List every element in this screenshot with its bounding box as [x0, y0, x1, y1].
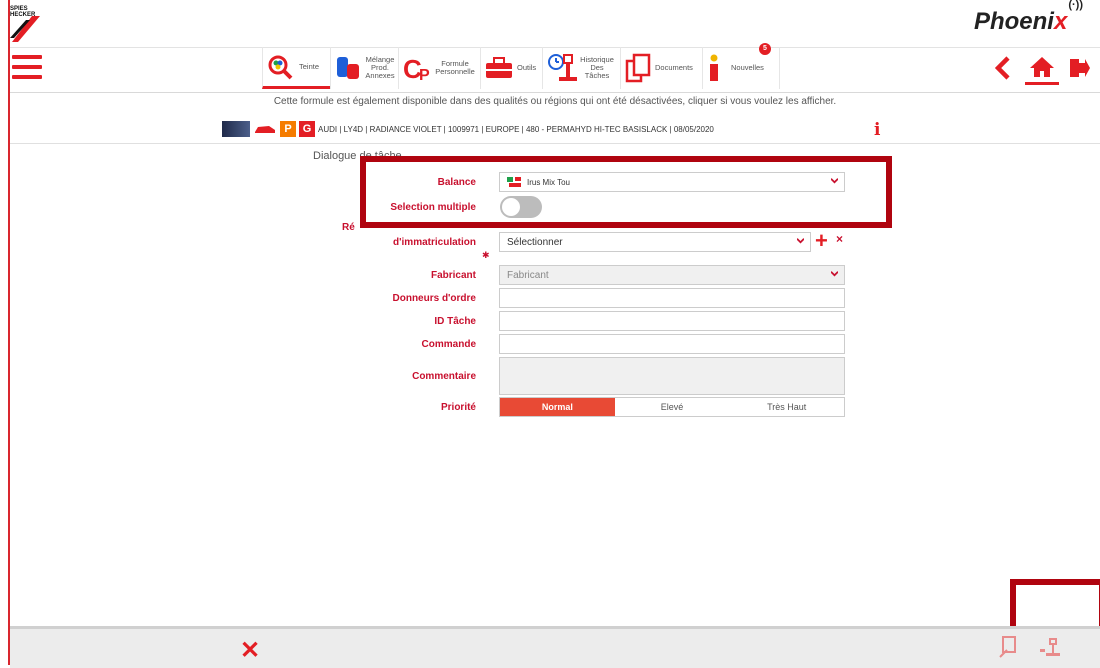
commentaire-label: Commentaire [412, 371, 476, 382]
cp-formula-icon: CP [403, 54, 430, 82]
id-tache-label: ID Tâche [434, 316, 476, 327]
registration-select[interactable]: Sélectionner [499, 232, 811, 252]
registration-label: d'immatriculation [393, 237, 476, 248]
id-tache-input[interactable] [499, 311, 845, 331]
priority-normal[interactable]: Normal [500, 398, 615, 416]
chevron-down-icon [797, 238, 804, 244]
clear-registration-icon[interactable]: × [836, 232, 843, 246]
priority-eleve[interactable]: Elevé [615, 398, 730, 416]
divider [10, 143, 1100, 144]
toolbar-item-documents[interactable]: Documents [620, 47, 707, 89]
commentaire-textarea[interactable] [499, 357, 845, 395]
g-badge-icon: G [299, 121, 315, 137]
toolbar-item-historique[interactable]: Historique Des Tâches [542, 47, 627, 89]
news-count-badge: 5 [759, 43, 771, 55]
chevron-down-icon [831, 271, 838, 277]
toolbar-item-melange[interactable]: Mélange Prod. Annexes [330, 47, 403, 89]
highlight-box [360, 156, 892, 228]
scale-icon[interactable] [1038, 638, 1060, 663]
home-icon[interactable] [1025, 52, 1059, 85]
priority-tres-haut[interactable]: Très Haut [729, 398, 844, 416]
document-scale-icon[interactable] [998, 636, 1020, 663]
donneurs-input[interactable] [499, 288, 845, 308]
commande-label: Commande [421, 339, 476, 350]
info-news-icon [710, 54, 718, 81]
svg-text:P: P [419, 67, 430, 82]
signal-icon: (·)) [1068, 0, 1083, 11]
phoenix-brand: Phoenix(·)) [973, 0, 1083, 35]
toolbar-item-formule[interactable]: CP Formule Personnelle [398, 47, 485, 89]
toolbar-item-teinte[interactable]: Teinte [262, 47, 331, 89]
cancel-icon[interactable]: ✕ [240, 636, 260, 665]
p-badge-icon: P [280, 121, 296, 137]
logout-icon[interactable] [1066, 52, 1092, 84]
donneurs-label: Donneurs d'ordre [392, 293, 477, 304]
spies-hecker-logo: SPIES HECKER [10, 6, 40, 42]
documents-icon [625, 53, 651, 83]
priorite-label: Priorité [440, 402, 476, 413]
disabled-qualities-info[interactable]: Cette formule est également disponible d… [10, 96, 1100, 107]
formula-info-icon[interactable]: i [874, 120, 880, 140]
required-asterisk: ✱ [482, 250, 490, 260]
fabricant-label: Fabricant [430, 270, 476, 281]
fabricant-select[interactable]: Fabricant [499, 265, 845, 285]
add-registration-icon[interactable]: + [815, 230, 828, 252]
paint-cans-icon [337, 57, 359, 79]
color-swatch [222, 121, 250, 137]
footer-bar [10, 626, 1100, 668]
back-arrow-icon[interactable] [990, 52, 1016, 84]
toolbox-icon [486, 57, 512, 78]
registration-label-partial: Ré [342, 222, 355, 233]
formula-details: AUDI | LY4D | RADIANCE VIOLET | 1009971 … [318, 124, 714, 134]
commande-input[interactable] [499, 334, 845, 354]
magnifier-color-icon [268, 55, 293, 79]
priority-selector: Normal Elevé Très Haut [499, 397, 845, 417]
formula-summary: P G AUDI | LY4D | RADIANCE VIOLET | 1009… [222, 118, 714, 140]
car-icon [255, 126, 275, 133]
history-scale-icon [548, 54, 577, 81]
menu-hamburger-icon[interactable] [12, 55, 42, 81]
toolbar-item-outils[interactable]: Outils [480, 47, 547, 89]
